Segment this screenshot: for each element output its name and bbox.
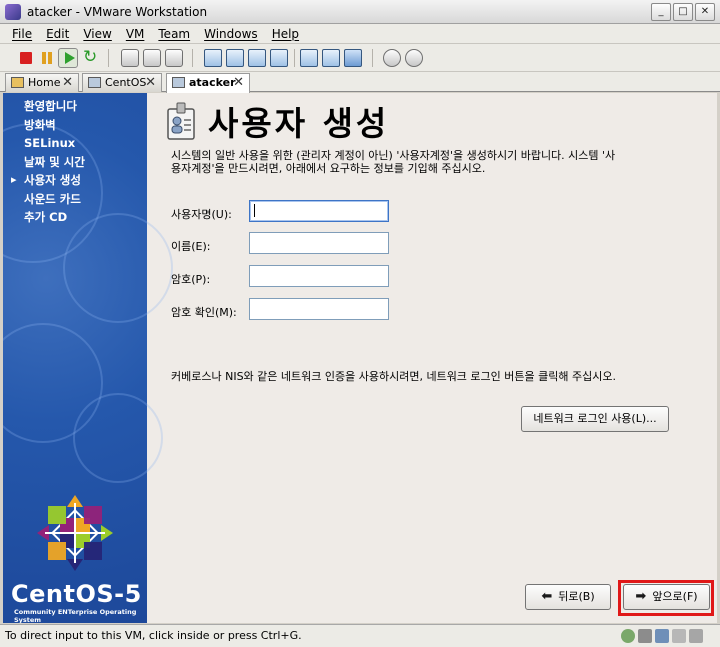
hard-disk-icon[interactable] (638, 629, 652, 643)
show-sidebar-icon[interactable] (204, 49, 222, 67)
vm-display[interactable]: 환영합니다 방화벽 SELinux 날짜 및 시간 사용자 생성 사운드 카드 … (3, 93, 717, 623)
menu-vm[interactable]: VM (126, 27, 145, 41)
title-bar: atacker - VMware Workstation _ □ ✕ (0, 0, 720, 24)
unity-icon[interactable] (270, 49, 288, 67)
confirm-password-input[interactable] (249, 298, 389, 320)
password-label: 암호(P): (171, 273, 211, 286)
suspend-icon[interactable] (37, 48, 57, 68)
tab-strip: Home ✕ CentOS ✕ atacker ✕ (0, 72, 720, 93)
username-label: 사용자명(U): (171, 208, 232, 221)
menu-team[interactable]: Team (158, 27, 190, 41)
steps-list: 환영합니다 방화벽 SELinux 날짜 및 시간 사용자 생성 사운드 카드 … (11, 97, 85, 227)
step-date-time: 날짜 및 시간 (24, 154, 85, 169)
arrow-left-icon: ⬅ (541, 589, 553, 604)
step-additional-cd: 추가 CD (24, 210, 68, 224)
step-selinux: SELinux (24, 136, 76, 150)
step-sound-card: 사운드 카드 (24, 191, 81, 206)
toolbar-separator (108, 49, 109, 67)
menu-edit[interactable]: Edit (46, 27, 69, 41)
page-title: 사용자 생성 (208, 104, 390, 143)
user-account-icon (167, 102, 195, 140)
vmware-app-icon (5, 4, 21, 20)
record-icon[interactable] (383, 49, 401, 67)
menu-windows[interactable]: Windows (204, 27, 258, 41)
tab-label: Home (28, 76, 61, 89)
centos-logo-icon (37, 495, 113, 571)
close-button[interactable]: ✕ (695, 3, 715, 21)
status-bar: To direct input to this VM, click inside… (0, 624, 720, 647)
vm-icon (172, 77, 185, 88)
network-login-note: 커베로스나 NIS와 같은 네트워크 인증을 사용하시려면, 네트워크 로그인 … (171, 370, 616, 383)
close-tab-icon[interactable]: ✕ (62, 74, 73, 91)
step-create-user: 사용자 생성 (11, 171, 85, 190)
network-login-button[interactable]: 네트워크 로그인 사용(L)... (521, 406, 669, 432)
tab-atacker[interactable]: atacker ✕ (166, 73, 250, 93)
step-firewall: 방화벽 (24, 117, 56, 132)
menu-help[interactable]: Help (272, 27, 299, 41)
summary-view-icon[interactable] (322, 49, 340, 67)
appliance-view-icon[interactable] (344, 49, 362, 67)
tab-home[interactable]: Home ✕ (5, 73, 79, 92)
vm-icon (88, 77, 101, 88)
message-log-icon[interactable] (689, 629, 703, 643)
status-text: To direct input to this VM, click inside… (5, 629, 302, 642)
full-screen-icon[interactable] (248, 49, 266, 67)
step-welcome: 환영합니다 (24, 99, 77, 113)
network-icon[interactable] (655, 629, 669, 643)
centos-tagline: Community ENTerprise Operating System (14, 608, 137, 623)
toolbar-separator (192, 49, 193, 67)
tab-label: atacker (189, 76, 236, 89)
tab-centos[interactable]: CentOS ✕ (82, 73, 162, 92)
centos-brand: CentOS-5 (11, 580, 142, 608)
snapshot-manager-icon[interactable] (165, 49, 183, 67)
fullname-label: 이름(E): (171, 240, 211, 253)
password-input[interactable] (249, 265, 389, 287)
console-view-icon[interactable] (300, 49, 318, 67)
menu-file[interactable]: File (12, 27, 32, 41)
close-tab-icon[interactable]: ✕ (145, 74, 156, 91)
back-label: 뒤로(B) (558, 590, 595, 603)
installer-sidebar: 환영합니다 방화벽 SELinux 날짜 및 시간 사용자 생성 사운드 카드 … (3, 93, 173, 623)
text-caret (254, 204, 255, 217)
toolbar-separator (372, 49, 373, 67)
quick-switch-icon[interactable] (226, 49, 244, 67)
maximize-button[interactable]: □ (673, 3, 693, 21)
toolbar (0, 44, 720, 72)
close-tab-icon[interactable]: ✕ (233, 74, 244, 91)
window-controls: _ □ ✕ (651, 3, 715, 21)
back-button[interactable]: ⬅ 뒤로(B) (525, 584, 611, 610)
revert-snapshot-icon[interactable] (143, 49, 161, 67)
window-title: atacker - VMware Workstation (27, 5, 208, 19)
minimize-button[interactable]: _ (651, 3, 671, 21)
cd-rom-icon[interactable] (621, 629, 635, 643)
intro-text: 시스템의 일반 사용을 위한 (관리자 계정이 아닌) '사용자계정'을 생성하… (171, 149, 616, 175)
power-on-icon[interactable] (58, 48, 78, 68)
home-icon (11, 77, 24, 88)
username-input[interactable] (249, 200, 389, 222)
toolbar-separator (294, 49, 295, 67)
power-off-icon[interactable] (16, 48, 36, 68)
menu-bar: File Edit View VM Team Windows Help (0, 24, 720, 44)
reset-icon[interactable] (81, 47, 101, 68)
installer-content: 사용자 생성 시스템의 일반 사용을 위한 (관리자 계정이 아닌) '사용자계… (147, 93, 717, 623)
confirm-password-label: 암호 확인(M): (171, 306, 237, 319)
snapshot-icon[interactable] (121, 49, 139, 67)
fullname-input[interactable] (249, 232, 389, 254)
menu-view[interactable]: View (83, 27, 111, 41)
replay-icon[interactable] (405, 49, 423, 67)
highlight-box (618, 580, 714, 616)
tab-label: CentOS (105, 76, 147, 89)
usb-icon[interactable] (672, 629, 686, 643)
